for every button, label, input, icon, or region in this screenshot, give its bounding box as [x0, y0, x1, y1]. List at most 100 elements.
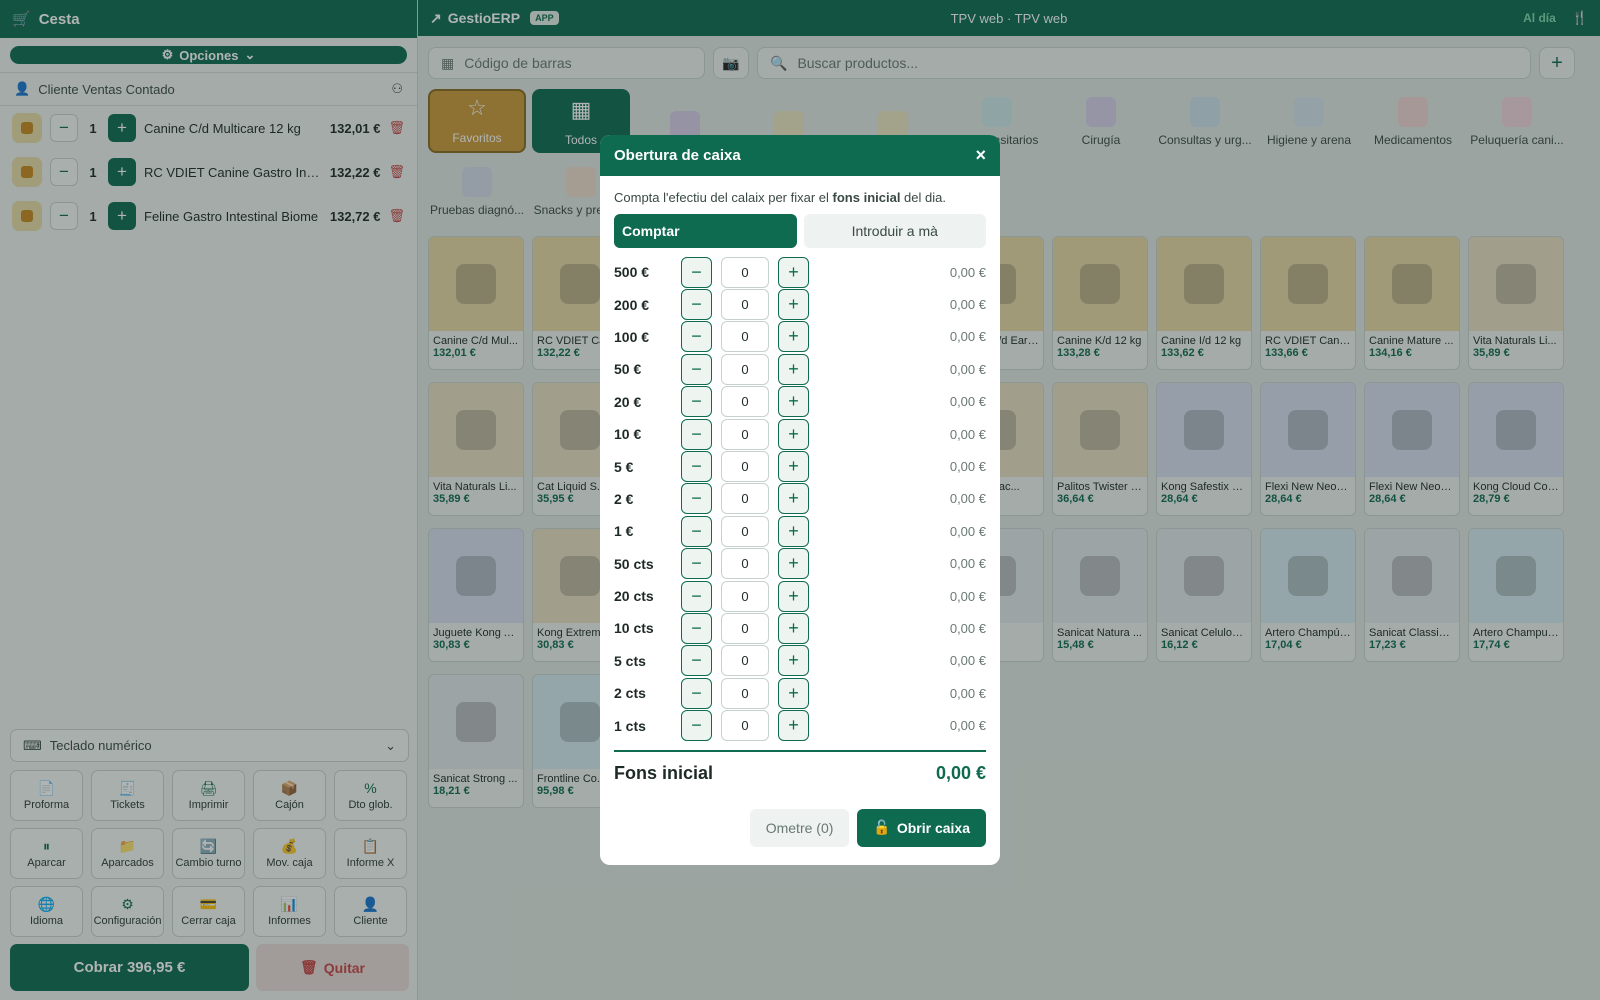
- decrease-button[interactable]: −: [681, 289, 712, 321]
- denomination-total: 0,00 €: [949, 459, 986, 475]
- mode-tabs: Comptar Introduir a mà: [600, 205, 1000, 248]
- decrease-button[interactable]: −: [681, 612, 712, 644]
- denomination-total: 0,00 €: [949, 620, 986, 636]
- quantity-input[interactable]: 0: [721, 321, 769, 353]
- tab-manual[interactable]: Introduir a mà: [803, 214, 986, 248]
- denomination-row: 500 € −0 +0,00 €: [614, 256, 986, 288]
- increase-button[interactable]: +: [778, 612, 809, 644]
- quantity-input[interactable]: 0: [721, 580, 769, 612]
- close-icon[interactable]: ×: [975, 145, 986, 166]
- dialog-header: Obertura de caixa ×: [600, 135, 1000, 176]
- lock-icon: 🔓: [873, 819, 891, 836]
- increase-button[interactable]: +: [778, 580, 809, 612]
- increase-button[interactable]: +: [778, 548, 809, 580]
- increase-button[interactable]: +: [778, 677, 809, 709]
- quantity-input[interactable]: 0: [721, 645, 769, 677]
- denomination-total: 0,00 €: [949, 685, 986, 701]
- denomination-label: 10 cts: [614, 620, 654, 637]
- decrease-button[interactable]: −: [681, 451, 712, 483]
- dialog-footer: Ometre (0) 🔓 Obrir caixa: [600, 796, 1000, 860]
- tab-count[interactable]: Comptar: [614, 214, 797, 248]
- total-row: Fons inicial 0,00 €: [614, 749, 986, 796]
- open-cash-button[interactable]: 🔓 Obrir caixa: [857, 808, 986, 847]
- denomination-row: 5 € −0 +0,00 €: [614, 450, 986, 483]
- denomination-total: 0,00 €: [949, 297, 986, 313]
- quantity-input[interactable]: 0: [721, 353, 769, 385]
- denomination-row: 10 € −0 +0,00 €: [614, 418, 986, 450]
- desc-text-end: del dia.: [900, 190, 946, 205]
- open-label: Obrir caixa: [896, 819, 970, 836]
- decrease-button[interactable]: −: [681, 418, 712, 450]
- quantity-input[interactable]: 0: [721, 515, 769, 547]
- increase-button[interactable]: +: [778, 353, 809, 385]
- denomination-label: 1 cts: [614, 717, 646, 734]
- decrease-button[interactable]: −: [681, 321, 712, 353]
- desc-text: Compta l'efectiu del calaix per fixar el: [614, 190, 833, 205]
- decrease-button[interactable]: −: [681, 483, 712, 515]
- denomination-label: 1 €: [614, 523, 634, 540]
- dialog-title: Obertura de caixa: [614, 147, 741, 164]
- decrease-button[interactable]: −: [681, 256, 712, 288]
- denomination-row: 200 € −0 +0,00 €: [614, 288, 986, 321]
- quantity-input[interactable]: 0: [721, 386, 769, 418]
- denomination-total: 0,00 €: [949, 394, 986, 410]
- quantity-input[interactable]: 0: [721, 677, 769, 709]
- increase-button[interactable]: +: [778, 418, 809, 450]
- denomination-row: 2 cts −0 +0,00 €: [614, 677, 986, 709]
- decrease-button[interactable]: −: [681, 580, 712, 612]
- increase-button[interactable]: +: [778, 451, 809, 483]
- cash-opening-dialog: Obertura de caixa × Compta l'efectiu del …: [600, 135, 1000, 865]
- decrease-button[interactable]: −: [681, 515, 712, 547]
- quantity-input[interactable]: 0: [721, 710, 769, 742]
- denomination-row: 1 cts −0 +0,00 €: [614, 709, 986, 742]
- increase-button[interactable]: +: [778, 321, 809, 353]
- total-value: 0,00 €: [935, 763, 986, 784]
- denomination-total: 0,00 €: [949, 653, 986, 669]
- denomination-total: 0,00 €: [949, 556, 986, 572]
- denomination-label: 10 €: [614, 426, 642, 443]
- denomination-total: 0,00 €: [949, 426, 986, 442]
- decrease-button[interactable]: −: [681, 677, 712, 709]
- denomination-row: 20 cts −0 +0,00 €: [614, 580, 986, 612]
- decrease-button[interactable]: −: [681, 353, 712, 385]
- denomination-row: 1 € −0 +0,00 €: [614, 515, 986, 547]
- denomination-total: 0,00 €: [949, 329, 986, 345]
- quantity-input[interactable]: 0: [721, 451, 769, 483]
- denomination-list: 500 € −0 +0,00 €200 € −0 +0,00 €100 € −0 +0,00…: [600, 248, 1000, 742]
- quantity-input[interactable]: 0: [721, 612, 769, 644]
- quantity-input[interactable]: 0: [721, 418, 769, 450]
- decrease-button[interactable]: −: [681, 645, 712, 677]
- denomination-label: 50 cts: [614, 555, 654, 572]
- denomination-total: 0,00 €: [949, 588, 986, 604]
- dialog-description: Compta l'efectiu del calaix per fixar el…: [600, 176, 1000, 205]
- decrease-button[interactable]: −: [681, 710, 712, 742]
- quantity-input[interactable]: 0: [721, 289, 769, 321]
- quantity-input[interactable]: 0: [721, 256, 769, 288]
- denomination-label: 2 cts: [614, 685, 646, 702]
- increase-button[interactable]: +: [778, 645, 809, 677]
- decrease-button[interactable]: −: [681, 548, 712, 580]
- increase-button[interactable]: +: [778, 710, 809, 742]
- quantity-input[interactable]: 0: [721, 548, 769, 580]
- denomination-row: 20 € −0 +0,00 €: [614, 386, 986, 418]
- increase-button[interactable]: +: [778, 256, 809, 288]
- denomination-row: 50 € −0 +0,00 €: [614, 353, 986, 385]
- denomination-total: 0,00 €: [949, 718, 986, 734]
- desc-bold: fons inicial: [832, 190, 901, 205]
- denomination-label: 5 €: [614, 458, 634, 475]
- total-label: Fons inicial: [614, 763, 714, 784]
- skip-button[interactable]: Ometre (0): [749, 808, 850, 847]
- denomination-label: 500 €: [614, 264, 650, 281]
- quantity-input[interactable]: 0: [721, 483, 769, 515]
- denomination-label: 2 €: [614, 490, 634, 507]
- denomination-total: 0,00 €: [949, 523, 986, 539]
- denomination-total: 0,00 €: [949, 264, 986, 280]
- denomination-row: 10 cts −0 +0,00 €: [614, 612, 986, 644]
- denomination-label: 100 €: [614, 328, 650, 345]
- increase-button[interactable]: +: [778, 289, 809, 321]
- increase-button[interactable]: +: [778, 515, 809, 547]
- denomination-label: 20 cts: [614, 588, 654, 605]
- increase-button[interactable]: +: [778, 483, 809, 515]
- decrease-button[interactable]: −: [681, 386, 712, 418]
- increase-button[interactable]: +: [778, 386, 809, 418]
